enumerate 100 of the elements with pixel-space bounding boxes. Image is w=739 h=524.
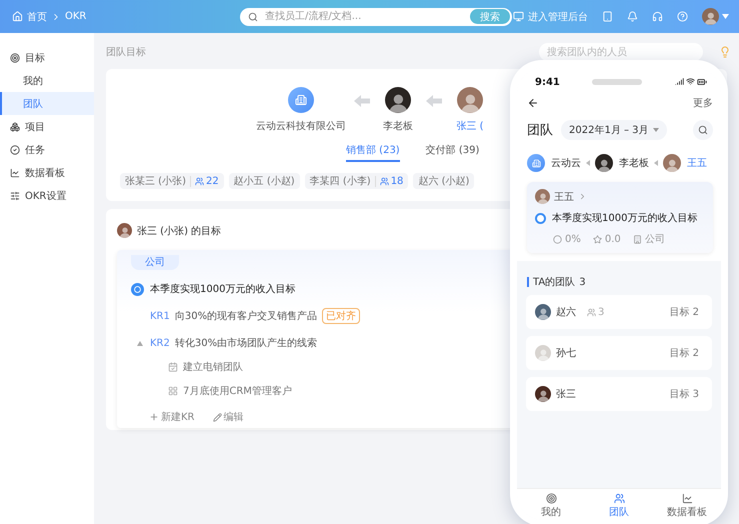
person-avatar: [595, 154, 613, 172]
scope-stat: 公司: [632, 232, 665, 246]
back-arrow-icon[interactable]: [527, 97, 539, 109]
org-node-name[interactable]: 李老板: [383, 119, 413, 133]
member-name: 孙七: [556, 346, 576, 360]
sidebar-item[interactable]: 团队: [0, 92, 94, 115]
building-icon: [632, 234, 642, 244]
person-avatar: [117, 223, 132, 238]
objective-title[interactable]: 本季度实现1000万元的收入目标: [150, 282, 296, 296]
edit-button[interactable]: 编辑: [212, 410, 244, 424]
sidebar-item[interactable]: 目标: [0, 46, 94, 69]
circle-icon: [553, 234, 562, 244]
ring-icon: [131, 282, 144, 296]
people-icon: [194, 176, 204, 186]
plus-icon: [149, 412, 159, 422]
kr-text[interactable]: 向30%的现有客户交叉销售产品: [174, 309, 318, 323]
goal-count: 目标 2: [669, 346, 699, 360]
caret-left-icon: [654, 160, 658, 166]
department-tab[interactable]: 交付部 (39): [426, 143, 480, 162]
person-avatar: [663, 154, 681, 172]
caret-left-icon: [586, 160, 590, 166]
kr-code: KR2: [150, 338, 170, 348]
member-chip[interactable]: 赵小五 (小赵): [228, 173, 300, 189]
calendar-check-icon: [168, 362, 178, 372]
home-icon[interactable]: [12, 11, 23, 22]
goal-count: 目标 2: [669, 306, 699, 319]
objective-tag: 公司: [131, 255, 179, 270]
target-icon: [10, 52, 20, 62]
kr-code: KR1: [150, 310, 170, 322]
sliders-icon: [10, 190, 20, 200]
progress-stat: 0%: [553, 232, 581, 246]
chart-icon: [10, 168, 20, 178]
sidebar-item[interactable]: OKR设置: [0, 184, 94, 207]
tab-bar-item[interactable]: 数据看板: [657, 493, 717, 520]
sidebar-item[interactable]: 数据看板: [0, 161, 94, 184]
caret-down-icon[interactable]: [722, 14, 729, 19]
score-stat: 0.0: [592, 232, 621, 246]
member-chip[interactable]: 李某四 (小李) 18: [304, 173, 408, 189]
check-circle-icon: [10, 144, 20, 154]
person-avatar: [535, 386, 551, 402]
member-name: 赵六: [556, 306, 576, 319]
target-icon: [546, 493, 556, 504]
company-icon: [527, 154, 545, 172]
section-title: TA的团队: [533, 276, 576, 289]
caret-icon[interactable]: [137, 340, 143, 346]
people-icon: [614, 493, 624, 504]
objective-title: 本季度实现1000万元的收入目标: [552, 212, 698, 225]
sidebar-item[interactable]: 项目: [0, 115, 94, 138]
owner-name: 王五: [554, 190, 574, 204]
member-row[interactable]: 赵六 3 目标 2: [526, 295, 712, 329]
star-icon: [592, 234, 602, 244]
chain-name[interactable]: 李老板: [619, 156, 649, 170]
pencil-icon: [212, 412, 222, 422]
org-node-name[interactable]: 云动云科技有限公司: [256, 119, 346, 133]
period-selector[interactable]: 2022年1月 – 3月: [561, 120, 667, 140]
tab-bar-item[interactable]: 团队: [589, 493, 649, 520]
lightbulb-icon[interactable]: [719, 46, 731, 58]
sub-item-text[interactable]: 建立电销团队: [183, 360, 243, 374]
tab-bar-item[interactable]: 我的: [521, 493, 581, 520]
objective-card[interactable]: 王五 本季度实现1000万元的收入目标 0% 0.0 公司: [527, 182, 713, 253]
person-avatar: [457, 87, 483, 113]
member-count: 18: [374, 176, 404, 186]
search-button[interactable]: [693, 120, 713, 140]
bell-icon[interactable]: [627, 11, 638, 22]
sidebar-item[interactable]: 任务: [0, 138, 94, 161]
section-count: 3: [579, 276, 586, 288]
help-icon[interactable]: [677, 11, 688, 22]
grid-icon: [168, 386, 178, 396]
headset-icon[interactable]: [652, 11, 663, 22]
member-chip[interactable]: 张某三 (小张) 22: [120, 173, 224, 189]
people-icon: [380, 176, 389, 186]
person-avatar: [535, 304, 551, 320]
kr-text[interactable]: 转化30%由市场团队产生的线索: [174, 336, 318, 350]
company-icon: [288, 87, 314, 113]
chart-icon: [682, 493, 692, 504]
ring-icon: [535, 212, 546, 224]
member-search-field[interactable]: 搜索团队内的人员: [539, 43, 703, 61]
page-title: 团队目标: [106, 46, 146, 59]
sub-item-text[interactable]: 7月底使用CRM管理客户: [183, 384, 292, 398]
chain-name[interactable]: 王五: [687, 156, 707, 170]
org-node-name[interactable]: 张三 (: [456, 119, 484, 133]
add-kr-button[interactable]: 新建KR: [149, 410, 195, 424]
chain-name[interactable]: 云动云: [551, 156, 581, 170]
member-chip[interactable]: 赵六 (小赵): [413, 173, 474, 189]
member-row[interactable]: 孙七 目标 2: [526, 336, 712, 370]
chevron-right-icon: [578, 192, 587, 201]
tablet-icon[interactable]: [602, 11, 613, 22]
member-name: 张某三 (小张): [125, 174, 186, 188]
status-icons: [675, 77, 707, 87]
more-link[interactable]: 更多: [693, 96, 713, 110]
person-avatar: [535, 189, 550, 204]
member-row[interactable]: 张三 目标 3: [526, 377, 712, 411]
person-avatar: [535, 345, 551, 361]
sidebar-item[interactable]: 我的: [0, 69, 94, 92]
member-name: 赵小五 (小赵): [234, 174, 295, 188]
user-avatar: [702, 8, 719, 25]
aligned-badge: 已对齐: [322, 308, 360, 324]
department-tab[interactable]: 销售部 (23): [346, 143, 400, 162]
people-icon: [587, 308, 596, 316]
member-count: 22: [190, 176, 219, 186]
